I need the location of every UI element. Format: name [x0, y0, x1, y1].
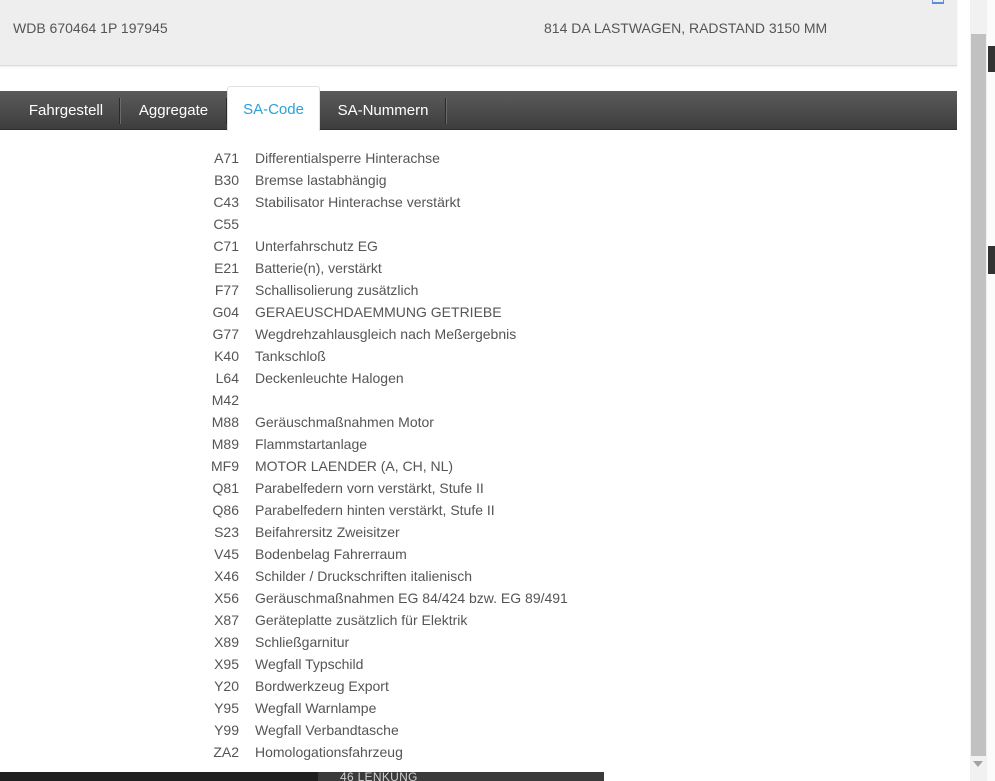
background-bottom-bar: [0, 772, 320, 781]
close-icon[interactable]: [932, 0, 944, 4]
sa-code-row: L64 Deckenleuchte Halogen: [0, 367, 957, 389]
sa-code-description: Geräuschmaßnahmen EG 84/424 bzw. EG 89/4…: [255, 590, 568, 606]
sa-code-row: C43 Stabilisator Hinterachse verstärkt: [0, 191, 957, 213]
sa-code-description: Deckenleuchte Halogen: [255, 370, 404, 386]
sa-code: M88: [211, 414, 239, 430]
sa-code-row: M88 Geräuschmaßnahmen Motor: [0, 411, 957, 433]
background-fragment: [988, 246, 995, 274]
sa-code-row: C71 Unterfahrschutz EG: [0, 235, 957, 257]
sa-code: X46: [214, 568, 239, 584]
sa-code-row: X95 Wegfall Typschild: [0, 653, 957, 675]
scrollbar-thumb[interactable]: [971, 34, 986, 756]
sa-code-description: Tankschloß: [255, 348, 326, 364]
sa-code-description: Geräteplatte zusätzlich für Elektrik: [255, 612, 468, 628]
sa-code-row: E21 Batterie(n), verstärkt: [0, 257, 957, 279]
sa-code-description: GERAEUSCHDAEMMUNG GETRIEBE: [255, 304, 502, 320]
sa-code-row: X56 Geräuschmaßnahmen EG 84/424 bzw. EG 8…: [0, 587, 957, 609]
sa-code-description: Flammstartanlage: [255, 436, 368, 452]
sa-code: E21: [214, 260, 239, 276]
sa-code-row: Y95 Wegfall Warnlampe: [0, 697, 957, 719]
sa-code: L64: [215, 370, 239, 386]
sa-code: M89: [211, 436, 239, 452]
modal-header: WDB 670464 1P 197945 814 DA LASTWAGEN, R…: [0, 0, 957, 66]
sa-code-row: C55: [0, 213, 957, 235]
vin-label: WDB 670464 1P 197945: [13, 20, 168, 36]
sa-code-description: Stabilisator Hinterachse verstärkt: [255, 194, 461, 210]
sa-code-row: Y99 Wegfall Verbandtasche: [0, 719, 957, 741]
sa-code-description: Geräuschmaßnahmen Motor: [255, 414, 434, 430]
sa-code-description: Schallisolierung zusätzlich: [255, 282, 419, 298]
background-fragment: [988, 46, 995, 72]
sa-code-row: MF9 MOTOR LAENDER (A, CH, NL): [0, 455, 957, 477]
sa-code-list: A71 Differentialsperre Hinterachse B30 Brem…: [0, 147, 957, 763]
sa-code: B30: [214, 172, 239, 188]
sa-code-description: Wegfall Verbandtasche: [255, 722, 399, 738]
sa-code-row: Y20 Bordwerkzeug Export: [0, 675, 957, 697]
sa-code-description: MOTOR LAENDER (A, CH, NL): [255, 458, 454, 474]
sa-code: Y20: [214, 678, 239, 694]
sa-code-description: Batterie(n), verstärkt: [255, 260, 382, 276]
sa-code-row: Q86 Parabelfedern hinten verstärkt, Stufe…: [0, 499, 957, 521]
sa-code: G77: [212, 326, 239, 342]
sa-code: X56: [214, 590, 239, 606]
sa-code-description: Beifahrersitz Zweisitzer: [255, 524, 400, 540]
tab-fahrgestell[interactable]: Fahrgestell: [12, 91, 120, 130]
scroll-down-icon[interactable]: [973, 761, 983, 767]
sa-code-row: G04 GERAEUSCHDAEMMUNG GETRIEBE: [0, 301, 957, 323]
sa-code-description: Wegfall Warnlampe: [255, 700, 377, 716]
sa-code-row: ZA2 Homologationsfahrzeug: [0, 741, 957, 763]
sa-code: X95: [214, 656, 239, 672]
tab-sa-nummern[interactable]: SA-Nummern: [320, 91, 446, 130]
sa-code-row: S23 Beifahrersitz Zweisitzer: [0, 521, 957, 543]
sa-code-row: M42: [0, 389, 957, 411]
sa-code: V45: [214, 546, 239, 562]
sa-code-description: Schilder / Druckschriften italienisch: [255, 568, 473, 584]
tab-sa-code[interactable]: SA-Code: [227, 86, 320, 131]
model-label: 814 DA LASTWAGEN, RADSTAND 3150 MM: [544, 20, 828, 36]
sa-code: MF9: [211, 458, 239, 474]
sa-code: Y99: [214, 722, 239, 738]
sa-code-row: F77 Schallisolierung zusätzlich: [0, 279, 957, 301]
sa-code: K40: [214, 348, 239, 364]
sa-code: Q86: [212, 502, 239, 518]
tab-bar: Fahrgestell Aggregate SA-Code SA-Nummern: [0, 86, 957, 131]
tab-aggregate[interactable]: Aggregate: [120, 91, 227, 130]
sa-code-description: Unterfahrschutz EG: [255, 238, 378, 254]
sa-code: M42: [211, 392, 239, 408]
sa-code-description: Parabelfedern vorn verstärkt, Stufe II: [255, 480, 484, 496]
sa-code-row: X87 Geräteplatte zusätzlich für Elektrik: [0, 609, 957, 631]
sa-code-row: B30 Bremse lastabhängig: [0, 169, 957, 191]
sa-code: X89: [214, 634, 239, 650]
sa-code-description: Homologationsfahrzeug: [255, 744, 403, 760]
sa-code-row: G77 Wegdrehzahlausgleich nach Meßergebnis: [0, 323, 957, 345]
sa-code: Q81: [212, 480, 239, 496]
sa-code-description: Differentialsperre Hinterachse: [255, 150, 440, 166]
sa-code-row: V45 Bodenbelag Fahrerraum: [0, 543, 957, 565]
sa-code: S23: [214, 524, 239, 540]
sa-code-description: Wegdrehzahlausgleich nach Meßergebnis: [255, 326, 517, 342]
sa-code-row: A71 Differentialsperre Hinterachse: [0, 147, 957, 169]
sa-code-description: Bremse lastabhängig: [255, 172, 387, 188]
sa-code-description: Schließgarnitur: [255, 634, 350, 650]
sa-code-description: Bordwerkzeug Export: [255, 678, 389, 694]
sa-code: G04: [212, 304, 239, 320]
sa-code-row: M89 Flammstartanlage: [0, 433, 957, 455]
sa-code: C71: [213, 238, 239, 254]
sa-code-row: X46 Schilder / Druckschriften italienisch: [0, 565, 957, 587]
sa-code-row: K40 Tankschloß: [0, 345, 957, 367]
sa-code: A71: [214, 150, 239, 166]
sa-code: Y95: [214, 700, 239, 716]
sa-code-row: Q81 Parabelfedern vorn verstärkt, Stufe I…: [0, 477, 957, 499]
sa-code-description: Parabelfedern hinten verstärkt, Stufe II: [255, 502, 495, 518]
sa-code: C55: [213, 216, 239, 232]
sa-code: F77: [214, 282, 239, 298]
sa-code: C43: [213, 194, 239, 210]
sa-code-description: Bodenbelag Fahrerraum: [255, 546, 407, 562]
vehicle-data-modal: WDB 670464 1P 197945 814 DA LASTWAGEN, R…: [0, 0, 970, 772]
sa-code-row: X89 Schließgarnitur: [0, 631, 957, 653]
sa-code: ZA2: [213, 744, 239, 760]
sa-code-description: Wegfall Typschild: [255, 656, 364, 672]
sa-code: X87: [214, 612, 239, 628]
